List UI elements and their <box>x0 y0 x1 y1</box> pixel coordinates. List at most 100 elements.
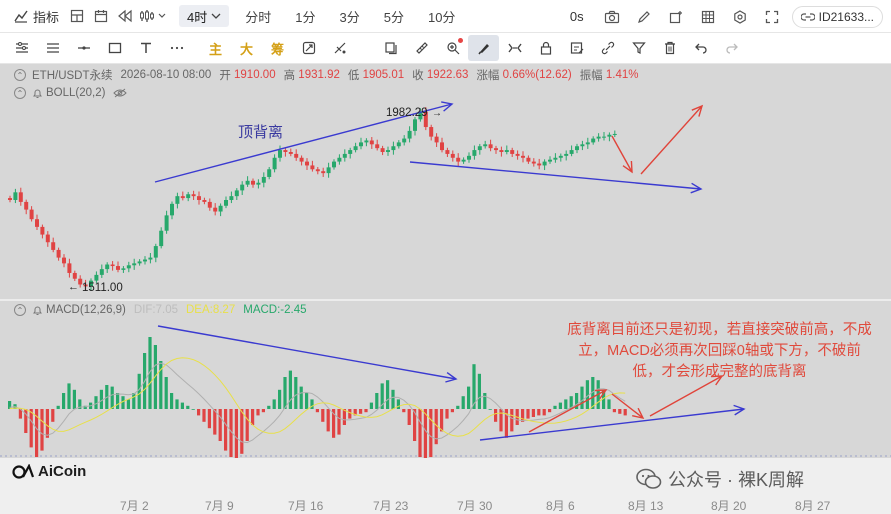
redo-icon[interactable] <box>716 35 747 61</box>
sync-icon[interactable] <box>293 35 324 61</box>
candle-body <box>175 196 180 204</box>
main-force-button[interactable]: 主 <box>200 35 231 61</box>
candle-body <box>488 144 493 149</box>
macd-bar <box>62 393 66 409</box>
candle-body <box>321 171 326 174</box>
macd-bar <box>305 393 309 409</box>
x-tick-label: 8月 6 <box>546 499 575 513</box>
account-selector[interactable]: ID21633... <box>791 5 883 28</box>
candle-body <box>569 150 574 154</box>
candle-body <box>348 150 353 154</box>
timeframe-3m[interactable]: 3分 <box>332 5 368 27</box>
account-id: ID21633... <box>818 9 874 24</box>
chart-plot[interactable]: 顶背离 1982.29 → ← 1511.00 <box>0 64 891 458</box>
copy-icon[interactable] <box>375 35 406 61</box>
trash-icon[interactable] <box>654 35 685 61</box>
macd-bar <box>537 409 541 416</box>
candle-body <box>504 150 509 152</box>
large-order-button[interactable]: 大 <box>231 35 262 61</box>
calendar-icon[interactable] <box>89 4 113 28</box>
indicator-button[interactable]: 指标 <box>8 4 65 28</box>
macd-bar <box>494 409 498 422</box>
text-tool-icon[interactable] <box>130 35 161 61</box>
candle-body <box>305 161 309 166</box>
lines-icon[interactable] <box>37 35 68 61</box>
pen-icon[interactable] <box>628 5 660 29</box>
measure-icon[interactable] <box>324 35 355 61</box>
watermark: 公众号 · 裸K周解 <box>636 466 804 492</box>
macd-bar <box>418 409 422 457</box>
lock-icon[interactable] <box>530 35 561 61</box>
candle-body <box>510 150 515 154</box>
chart-area[interactable]: ⌃ ETH/USDT永续 2026-08-10 08:00 开 1910.00 … <box>0 64 891 458</box>
filter-icon[interactable] <box>623 35 654 61</box>
settings-icon[interactable] <box>724 5 756 29</box>
candle-body <box>35 219 39 227</box>
x-tick-label: 7月 2 <box>120 499 149 513</box>
timeframe-10m[interactable]: 10分 <box>420 5 463 27</box>
candle-body <box>261 176 266 183</box>
aicoin-logo-text: AiCoin <box>38 463 87 480</box>
countdown[interactable]: 0s <box>564 5 590 29</box>
replay-icon[interactable] <box>113 4 137 28</box>
candle-body <box>137 261 142 264</box>
rectangle-icon[interactable] <box>99 35 130 61</box>
candle-body <box>564 153 569 156</box>
candle-body <box>72 272 77 279</box>
chain-icon[interactable] <box>592 35 623 61</box>
chip-button[interactable]: 筹 <box>262 35 293 61</box>
candle-body <box>531 161 536 164</box>
timeframe-1m[interactable]: 1分 <box>287 5 323 27</box>
macd-bar <box>510 409 514 432</box>
undo-icon[interactable] <box>685 35 716 61</box>
candle-body <box>407 130 412 139</box>
candle-type-icon[interactable] <box>137 4 171 28</box>
macd-bar <box>207 409 211 429</box>
add-window-icon[interactable] <box>660 5 692 29</box>
annotation-bottom-note[interactable]: 底背离目前还只是初现，若直接突破前高，不成立，MACD必须再次回踩0轴或下方，不… <box>567 320 872 383</box>
price-lower-trend-arrow <box>409 161 702 190</box>
candle-body <box>267 169 272 177</box>
candle-body <box>477 146 482 151</box>
macd-bar <box>456 405 460 409</box>
macd-bar <box>337 409 341 435</box>
candle-body <box>315 169 320 172</box>
candle-body <box>483 144 488 147</box>
candle-body <box>612 133 617 135</box>
layout-icon[interactable] <box>65 4 89 28</box>
timeframe-5m[interactable]: 5分 <box>376 5 412 27</box>
magnet-icon[interactable] <box>499 35 530 61</box>
ruler-icon[interactable] <box>406 35 437 61</box>
x-axis-bar: AiCoin 公众号 · 裸K周解 7月 2 7月 9 7月 16 7月 23 … <box>0 458 891 514</box>
zoom-icon[interactable] <box>437 35 468 61</box>
horizontal-line-icon[interactable] <box>68 35 99 61</box>
macd-bar <box>580 386 584 409</box>
annotation-top-divergence[interactable]: 顶背离 <box>238 124 283 141</box>
candle-body <box>558 155 563 158</box>
candle-body <box>386 150 390 152</box>
macd-bar <box>40 409 44 451</box>
candle-body <box>450 153 455 158</box>
candle-body <box>180 196 185 199</box>
macd-bar <box>261 409 265 413</box>
fullscreen-icon[interactable] <box>756 5 788 29</box>
macd-bar <box>191 409 195 410</box>
menu-icon[interactable] <box>6 35 37 61</box>
timeframe-intraday[interactable]: 分时 <box>237 5 279 27</box>
camera-icon[interactable] <box>596 5 628 29</box>
more-icon[interactable] <box>161 35 192 61</box>
macd-bar <box>445 409 449 419</box>
candlestick-series <box>8 107 617 292</box>
candle-body <box>251 180 255 185</box>
candle-body <box>164 215 169 231</box>
candle-body <box>170 203 174 216</box>
grid-icon[interactable] <box>692 5 724 29</box>
candle-body <box>240 184 245 191</box>
macd-bar <box>326 409 330 432</box>
macd-bar <box>294 377 298 409</box>
brush-icon[interactable] <box>468 35 499 61</box>
candle-body <box>353 146 358 151</box>
timeframe-4h[interactable]: 4时 <box>179 5 230 27</box>
candle-body <box>159 230 164 247</box>
note-icon[interactable] <box>561 35 592 61</box>
